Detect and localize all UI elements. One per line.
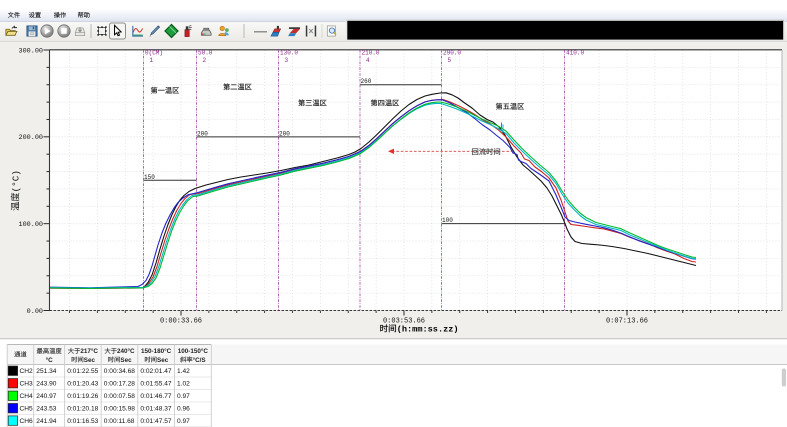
svg-text:2: 2 [203, 57, 207, 64]
svg-text:CH5: CH5 [20, 406, 34, 413]
svg-text:3: 3 [285, 57, 289, 64]
svg-text:(h:mm:ss.zz): (h:mm:ss.zz) [397, 325, 459, 335]
svg-text:0:01:19.26: 0:01:19.26 [67, 393, 98, 400]
svg-text:CH6: CH6 [20, 418, 34, 425]
svg-text:150-180°C: 150-180°C [141, 347, 172, 355]
svg-text:241.94: 241.94 [36, 418, 57, 425]
svg-text:0.97: 0.97 [177, 393, 190, 400]
svg-text:0:01:20.18: 0:01:20.18 [67, 406, 98, 413]
svg-text:0:00:33.66: 0:00:33.66 [160, 318, 202, 326]
svg-text:200: 200 [197, 130, 208, 137]
svg-text:251.34: 251.34 [36, 368, 57, 375]
svg-text:5: 5 [448, 57, 452, 64]
svg-text:0:01:16.53: 0:01:16.53 [67, 418, 98, 425]
svg-text:0:00:07.58: 0:00:07.58 [104, 393, 135, 400]
svg-text:0:00:34.68: 0:00:34.68 [104, 368, 135, 375]
svg-text:240°C: 240°C [117, 347, 135, 355]
svg-text:210.0: 210.0 [362, 49, 380, 56]
svg-text:0:02:01.47: 0:02:01.47 [140, 368, 171, 375]
svg-text:0:01:46.77: 0:01:46.77 [140, 393, 171, 400]
svg-text:°C/S: °C/S [193, 356, 206, 364]
svg-text:0:01:48.37: 0:01:48.37 [140, 406, 171, 413]
svg-text:200.00: 200.00 [19, 134, 43, 142]
svg-text:Sec: Sec [120, 357, 132, 364]
svg-text:0:01:47.57: 0:01:47.57 [140, 418, 171, 425]
svg-text:0:00:17.28: 0:00:17.28 [104, 381, 135, 388]
svg-text:217°C: 217°C [80, 347, 98, 355]
svg-text:100.00: 100.00 [19, 221, 43, 229]
svg-text:240.97: 240.97 [36, 393, 57, 400]
svg-text:260: 260 [361, 78, 372, 85]
svg-text:CH2: CH2 [20, 368, 34, 375]
svg-text:0:01:22.55: 0:01:22.55 [67, 368, 98, 375]
svg-text:130.0: 130.0 [280, 49, 298, 56]
svg-text:243.53: 243.53 [36, 406, 57, 413]
svg-text:243.90: 243.90 [36, 381, 57, 388]
svg-text:100: 100 [442, 217, 453, 224]
svg-text:°C: °C [46, 356, 54, 364]
svg-text:0(CM): 0(CM) [145, 49, 163, 56]
svg-text:0:07:13.66: 0:07:13.66 [606, 318, 648, 326]
svg-text:1: 1 [150, 57, 154, 64]
svg-text:0.96: 0.96 [177, 406, 190, 413]
svg-text:CH4: CH4 [20, 393, 34, 400]
svg-text:100-150°C: 100-150°C [178, 347, 209, 355]
svg-text:0:00:15.98: 0:00:15.98 [104, 406, 135, 413]
svg-text:4: 4 [366, 57, 370, 64]
svg-text:0.00: 0.00 [27, 308, 43, 316]
svg-text:Sec: Sec [84, 357, 96, 364]
svg-text:0:01:55.47: 0:01:55.47 [140, 381, 171, 388]
svg-text:0.97: 0.97 [177, 418, 190, 425]
svg-text:200: 200 [279, 130, 290, 137]
svg-text:1.02: 1.02 [177, 381, 190, 388]
svg-text:150: 150 [144, 174, 155, 181]
svg-text:1.42: 1.42 [177, 368, 190, 375]
svg-text:CH3: CH3 [20, 381, 34, 388]
svg-text:50.0: 50.0 [198, 49, 213, 56]
svg-text:410.0: 410.0 [566, 49, 584, 56]
svg-text:Sec: Sec [157, 357, 169, 364]
svg-text:0:00:11.68: 0:00:11.68 [104, 418, 135, 425]
svg-text:300.00: 300.00 [19, 47, 43, 55]
svg-text:(°C): (°C) [11, 170, 22, 192]
svg-text:0:01:20.43: 0:01:20.43 [67, 381, 98, 388]
svg-text:290.0: 290.0 [443, 49, 461, 56]
